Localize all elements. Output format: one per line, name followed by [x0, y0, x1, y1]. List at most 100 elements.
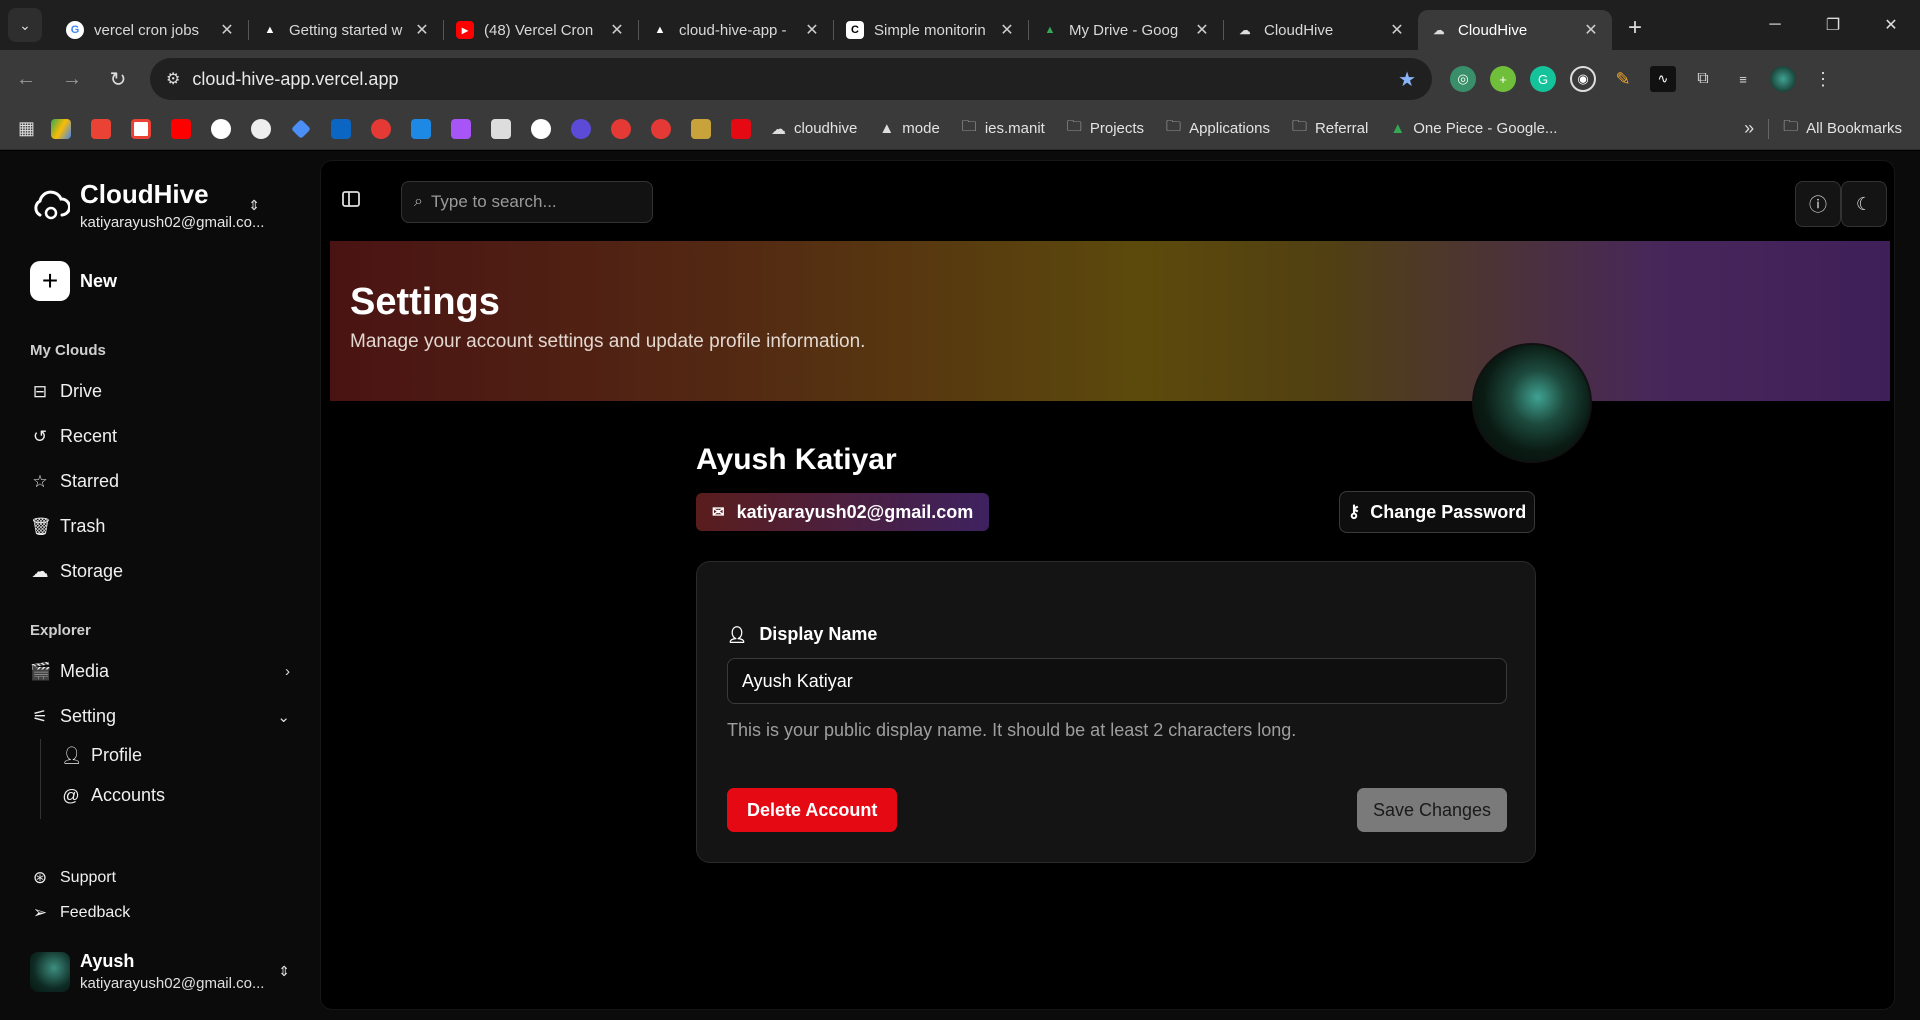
tool-icon[interactable] — [491, 118, 512, 139]
browser-tab-active[interactable]: ☁ CloudHive ✕ — [1418, 10, 1612, 50]
codechef-icon[interactable] — [571, 118, 592, 139]
star-icon: ☆ — [32, 471, 48, 491]
close-icon[interactable]: ✕ — [608, 20, 626, 40]
new-button[interactable]: + New — [30, 261, 117, 301]
folder-icon: 🗀 — [1783, 118, 1799, 135]
save-changes-button[interactable]: Save Changes — [1357, 788, 1507, 832]
extension-icon[interactable]: ◎ — [1450, 66, 1476, 92]
omnibox[interactable]: ⚙ cloud-hive-app.vercel.app ★ — [150, 58, 1432, 100]
new-tab-button[interactable]: + — [1618, 11, 1652, 45]
tuf-icon[interactable] — [371, 118, 392, 139]
browser-tab[interactable]: G vercel cron jobs ✕ — [54, 10, 248, 50]
profile-avatar-icon[interactable] — [1770, 66, 1796, 92]
sidebar-item-feedback[interactable]: ➢ Feedback — [30, 903, 290, 923]
ide-icon[interactable] — [691, 118, 712, 139]
email-badge: ✉ katiyarayush02@gmail.com — [696, 493, 990, 531]
bookmark-ies-manit[interactable]: 🗀 ies.manit — [962, 116, 1045, 141]
sidebar-item-setting[interactable]: ⚟ Setting ⌄ — [30, 706, 290, 727]
search-input[interactable] — [430, 192, 631, 212]
user-menu[interactable]: Ayush katiyarayush02@gmail.co... ⇕ — [30, 951, 290, 992]
sidebar-item-starred[interactable]: ☆ Starred — [30, 471, 290, 492]
tab-search-button[interactable]: ⌄ — [8, 8, 42, 42]
sidebar-item-support[interactable]: ⊛ Support — [30, 868, 290, 888]
close-icon[interactable]: ✕ — [1388, 20, 1406, 40]
codeforces-icon[interactable] — [611, 118, 632, 139]
youtube-icon[interactable] — [171, 118, 192, 139]
chevron-double-right-icon[interactable]: » — [1744, 118, 1754, 139]
search-box[interactable]: ⌕ — [401, 181, 653, 223]
delete-account-button[interactable]: Delete Account — [727, 788, 898, 832]
vercel-icon[interactable] — [531, 118, 552, 139]
more-menu-icon[interactable]: ⋮ — [1810, 66, 1836, 92]
bookmark-cloudhive[interactable]: ☁ cloudhive — [771, 120, 857, 138]
google-drive-icon: ▲ — [1390, 120, 1406, 137]
google-meet-icon[interactable] — [91, 118, 112, 139]
youtube-icon: ▶ — [456, 21, 474, 39]
apps-grid-icon[interactable]: ▦ — [18, 118, 35, 139]
close-icon[interactable]: ✕ — [998, 20, 1016, 40]
site-info-icon[interactable]: ⚙ — [166, 69, 180, 89]
sidebar-item-media[interactable]: 🎬 Media › — [30, 661, 290, 682]
extension-icon[interactable]: ◉ — [1570, 66, 1596, 92]
netflix-icon[interactable] — [731, 118, 752, 139]
close-icon[interactable]: ✕ — [1193, 20, 1211, 40]
chatgpt-icon[interactable] — [211, 118, 232, 139]
vscode-icon[interactable] — [411, 118, 432, 139]
browser-tab[interactable]: ▲ cloud-hive-app - ✕ — [639, 10, 833, 50]
google-drive-icon[interactable] — [51, 118, 72, 139]
bookmark-label: One Piece - Google... — [1413, 120, 1558, 137]
all-bookmarks[interactable]: 🗀 All Bookmarks — [1783, 116, 1902, 141]
extension-icon[interactable]: ✎ — [1610, 66, 1636, 92]
reload-icon[interactable]: ↻ — [98, 59, 138, 99]
rs-icon[interactable] — [651, 118, 672, 139]
url-text[interactable]: cloud-hive-app.vercel.app — [192, 69, 398, 90]
close-icon[interactable]: ✕ — [218, 20, 236, 40]
linkedin-icon[interactable] — [331, 118, 352, 139]
restore-icon[interactable]: ❐ — [1804, 0, 1862, 50]
sidebar-item-label: Drive — [60, 381, 103, 401]
display-name-input[interactable] — [727, 658, 1507, 704]
browser-tab[interactable]: C Simple monitorin ✕ — [834, 10, 1028, 50]
help-button[interactable]: ⓘ — [1795, 181, 1841, 227]
gmail-icon[interactable] — [131, 118, 152, 139]
profile-avatar[interactable] — [1472, 343, 1592, 463]
close-window-icon[interactable]: ✕ — [1862, 0, 1920, 50]
browser-tab[interactable]: ▲ My Drive - Goog ✕ — [1029, 10, 1223, 50]
bookmark-mode[interactable]: ▲ mode — [879, 120, 939, 137]
browser-tab[interactable]: ▶ (48) Vercel Cron ✕ — [444, 10, 638, 50]
bookmark-applications[interactable]: 🗀 Applications — [1166, 116, 1270, 141]
sidebar-item-accounts[interactable]: @ Accounts — [61, 785, 261, 806]
tab-title: CloudHive — [1264, 21, 1334, 39]
vercel-icon: ▲ — [654, 24, 666, 36]
sidebar-toggle-icon[interactable] — [341, 189, 365, 213]
browser-tab[interactable]: ▲ Getting started w ✕ — [249, 10, 443, 50]
forward-icon[interactable]: → — [52, 59, 92, 99]
github-icon[interactable] — [251, 118, 272, 139]
cloud-icon: ☁ — [1433, 24, 1445, 37]
back-icon[interactable]: ← — [6, 59, 46, 99]
bookmark-referral[interactable]: 🗀 Referral — [1292, 116, 1368, 141]
sidebar-item-profile[interactable]: 👤︎ Profile — [61, 745, 261, 766]
close-icon[interactable]: ✕ — [1582, 20, 1600, 40]
extension-icon[interactable]: + — [1490, 66, 1516, 92]
close-icon[interactable]: ✕ — [803, 20, 821, 40]
minimize-icon[interactable]: ─ — [1746, 0, 1804, 50]
sidebar-item-drive[interactable]: ⊟ Drive — [30, 381, 290, 402]
account-switcher[interactable]: CloudHive katiyarayush02@gmail.co... ⇕ — [30, 179, 290, 231]
bookmark-one-piece[interactable]: ▲ One Piece - Google... — [1390, 120, 1557, 137]
sidebar-item-trash[interactable]: 🗑 Trash — [30, 516, 290, 537]
puzzle-icon[interactable]: ⧉ — [1690, 66, 1716, 92]
close-icon[interactable]: ✕ — [413, 20, 431, 40]
extension-icon[interactable]: ∿ — [1650, 66, 1676, 92]
grammarly-icon[interactable]: G — [1530, 66, 1556, 92]
bookmark-star-icon[interactable]: ★ — [1398, 67, 1416, 92]
media-controls-icon[interactable]: ≡ — [1730, 66, 1756, 92]
theme-toggle-button[interactable]: ☾ — [1841, 181, 1887, 227]
browser-tab[interactable]: ☁ CloudHive ✕ — [1224, 10, 1418, 50]
change-password-button[interactable]: ⚷ Change Password — [1339, 491, 1535, 533]
gemini-icon[interactable] — [291, 118, 311, 139]
sidebar-item-recent[interactable]: ↺ Recent — [30, 426, 290, 447]
sidebar-item-storage[interactable]: ☁ Storage — [30, 561, 290, 582]
bookmark-projects[interactable]: 🗀 Projects — [1067, 116, 1144, 141]
vite-icon[interactable] — [451, 118, 472, 139]
